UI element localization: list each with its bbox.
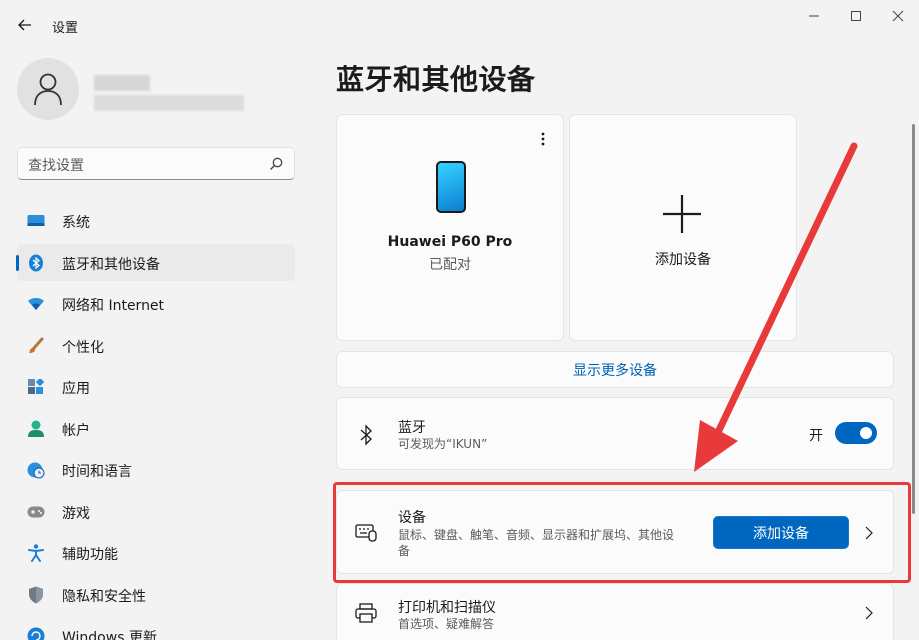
user-icon — [34, 73, 62, 106]
sidebar-item-label: 网络和 Internet — [62, 298, 165, 314]
bluetooth-toggle-label: 开 — [809, 428, 823, 444]
show-more-label: 显示更多设备 — [573, 362, 657, 379]
scrollbar[interactable] — [912, 124, 915, 514]
printers-row[interactable]: 打印机和扫描仪 首选项、疑难解答 — [336, 583, 894, 640]
minimize-button[interactable] — [800, 6, 828, 26]
more-vertical-icon — [541, 132, 545, 146]
chevron-right-icon — [863, 525, 875, 541]
chevron-right-icon — [863, 605, 875, 621]
system-icon — [27, 212, 45, 230]
more-options-button[interactable] — [535, 129, 551, 149]
bluetooth-toggle[interactable] — [835, 422, 877, 444]
accessibility-icon — [27, 544, 45, 562]
add-device-button[interactable]: 添加设备 — [713, 516, 849, 549]
sidebar-item-network[interactable]: 网络和 Internet — [17, 285, 295, 322]
sidebar-item-bluetooth[interactable]: 蓝牙和其他设备 — [16, 243, 295, 281]
sidebar-item-label: 隐私和安全性 — [62, 588, 146, 605]
close-button[interactable] — [884, 6, 912, 26]
bluetooth-subtitle: 可发现为“IKUN” — [398, 437, 488, 451]
sidebar-item-label: 游戏 — [62, 505, 90, 522]
sidebar-item-accounts[interactable]: 帐户 — [17, 410, 295, 447]
close-icon — [892, 10, 904, 22]
devices-subtitle-line1: 鼠标、键盘、触笔、音频、显示器和扩展坞、其他设 — [398, 528, 675, 542]
sidebar-item-system[interactable]: 系统 — [17, 202, 295, 239]
maximize-icon — [851, 11, 861, 21]
device-status: 已配对 — [429, 257, 471, 273]
device-card[interactable]: Huawei P60 Pro 已配对 — [336, 114, 564, 341]
update-icon — [27, 627, 45, 640]
page-title: 蓝牙和其他设备 — [336, 63, 536, 96]
bluetooth-row: 蓝牙 可发现为“IKUN” 开 — [336, 397, 894, 470]
redacted-email — [94, 95, 244, 111]
app-title: 设置 — [52, 21, 79, 36]
sidebar-item-label: 应用 — [62, 381, 90, 397]
redacted-username — [94, 75, 150, 91]
printers-title: 打印机和扫描仪 — [398, 600, 496, 616]
maximize-button[interactable] — [842, 6, 870, 26]
gamepad-icon — [27, 503, 45, 521]
keyboard-mouse-icon — [355, 521, 377, 543]
search-input[interactable]: 查找设置 — [17, 147, 295, 180]
sidebar-item-label: 时间和语言 — [62, 464, 132, 480]
sidebar-item-apps[interactable]: 应用 — [17, 368, 295, 405]
plus-icon — [663, 195, 701, 233]
sidebar-item-label: 辅助功能 — [62, 547, 118, 563]
bluetooth-title: 蓝牙 — [398, 420, 426, 436]
show-more-devices-button[interactable]: 显示更多设备 — [336, 351, 894, 388]
shield-icon — [27, 586, 45, 604]
minimize-icon — [809, 15, 819, 17]
sidebar-item-time-language[interactable]: 时间和语言 — [17, 451, 295, 488]
devices-subtitle-line2: 备 — [398, 544, 411, 558]
sidebar-item-personalization[interactable]: 个性化 — [17, 327, 295, 364]
devices-title: 设备 — [398, 510, 426, 526]
brush-icon — [27, 337, 45, 355]
sidebar-item-gaming[interactable]: 游戏 — [17, 493, 295, 530]
bluetooth-icon — [27, 254, 45, 272]
sidebar-item-label: 蓝牙和其他设备 — [62, 256, 160, 273]
sidebar-item-accessibility[interactable]: 辅助功能 — [17, 534, 295, 571]
add-device-card[interactable]: 添加设备 — [569, 114, 797, 341]
sidebar-item-label: Windows 更新 — [62, 630, 157, 640]
search-icon — [270, 157, 283, 170]
bluetooth-icon — [355, 424, 377, 446]
wifi-icon — [27, 295, 45, 313]
sidebar-item-label: 帐户 — [62, 422, 90, 439]
clock-globe-icon — [27, 461, 45, 479]
sidebar-item-windows-update[interactable]: Windows 更新 — [17, 617, 295, 640]
search-placeholder: 查找设置 — [28, 158, 84, 174]
devices-row[interactable]: 设备 鼠标、键盘、触笔、音频、显示器和扩展坞、其他设 备 添加设备 — [336, 490, 894, 574]
sidebar-item-privacy[interactable]: 隐私和安全性 — [17, 576, 295, 613]
printer-icon — [355, 602, 377, 624]
printers-subtitle: 首选项、疑难解答 — [398, 617, 495, 631]
sidebar-nav: 系统 蓝牙和其他设备 网络和 Internet 个性化 应用 帐户 时间和语言 … — [16, 202, 295, 640]
account-icon — [27, 420, 45, 438]
sidebar-item-label: 系统 — [62, 215, 90, 231]
phone-icon — [436, 161, 466, 213]
device-name: Huawei P60 Pro — [387, 234, 513, 250]
apps-icon — [27, 378, 45, 396]
sidebar-item-label: 个性化 — [62, 339, 104, 356]
back-button[interactable] — [14, 14, 36, 36]
avatar[interactable] — [17, 58, 79, 120]
title-bar: 设置 — [0, 0, 919, 48]
add-device-label: 添加设备 — [655, 252, 711, 268]
back-arrow-icon — [18, 19, 31, 31]
